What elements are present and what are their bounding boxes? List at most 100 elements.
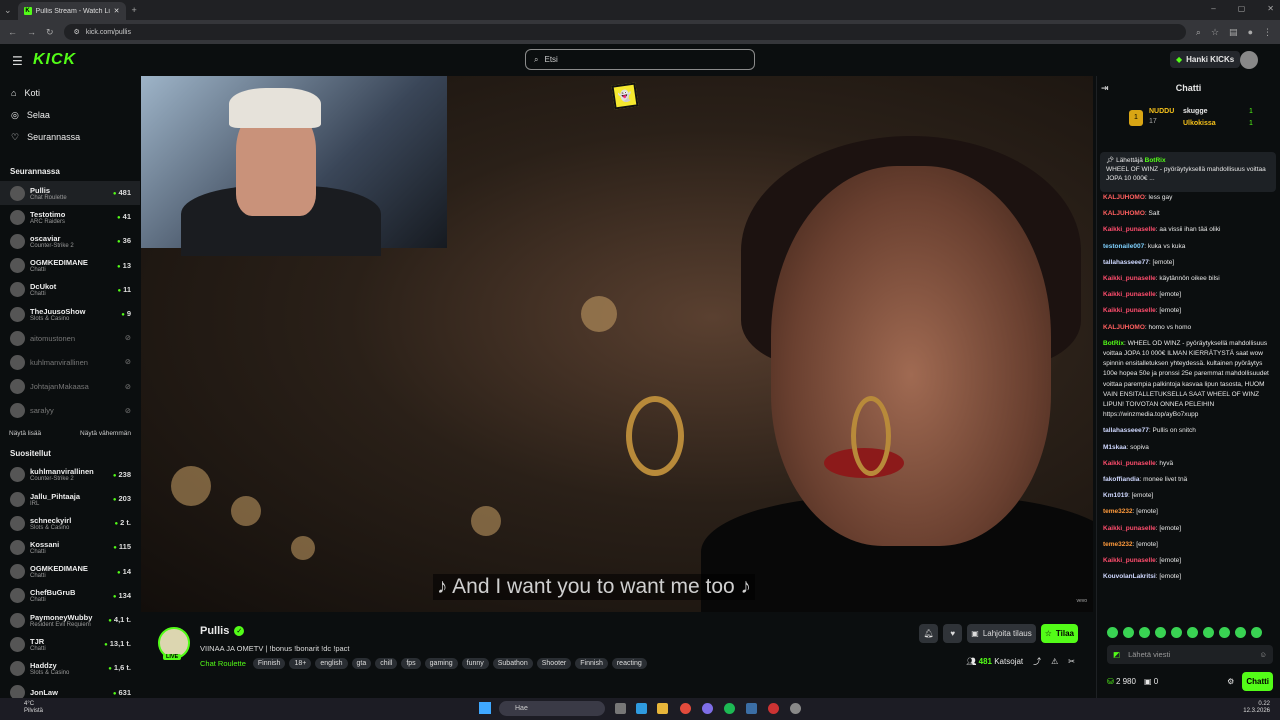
sidebar-channel[interactable]: aitomustonen ⊘ <box>0 326 140 350</box>
pinned-message[interactable]: 📌︎ Lähettäjä BotRix WHEEL OF WINZ - pyör… <box>1100 152 1276 192</box>
pinned-sender[interactable]: BotRix <box>1145 157 1166 164</box>
emote-icon[interactable] <box>1235 627 1246 638</box>
settings-icon[interactable] <box>790 703 801 714</box>
stream-category[interactable]: Chat Roulette <box>200 659 246 668</box>
bookmark-star-icon[interactable]: ☆ <box>1211 27 1219 38</box>
emote-icon[interactable] <box>1203 627 1214 638</box>
sidebar-channel[interactable]: KossaniChatti115 <box>0 535 140 559</box>
address-bar[interactable]: ⚙ kick.com/pullis <box>63 24 1186 40</box>
chat-username[interactable]: Kaikki_punaselle <box>1103 291 1156 298</box>
search-input[interactable]: ⌕ Etsi <box>525 49 755 70</box>
sidebar-channel[interactable]: saralyy ⊘ <box>0 399 140 423</box>
discord-icon[interactable] <box>702 703 713 714</box>
sidebar-channel[interactable]: JohtajanMakaasa ⊘ <box>0 375 140 399</box>
sidebar-channel[interactable]: TJRChatti13,1 t. <box>0 632 140 656</box>
chat-username[interactable]: Kaikki_punaselle <box>1103 557 1156 564</box>
tab-list-icon[interactable]: ⌄ <box>4 5 12 16</box>
extensions-icon[interactable]: ▤ <box>1229 27 1238 38</box>
file-explorer-icon[interactable] <box>657 703 668 714</box>
chat-username[interactable]: Kaikki_punaselle <box>1103 307 1156 314</box>
minimize-icon[interactable]: – <box>1211 4 1215 13</box>
weather-widget[interactable]: 4°C Pilvistä <box>24 701 43 715</box>
forward-icon[interactable]: → <box>27 27 36 37</box>
obs-icon[interactable] <box>768 703 779 714</box>
sidebar-channel[interactable]: oscaviarCounter-Strike 236 <box>0 229 140 253</box>
video-player[interactable]: 👻 ♪ And I want you to want me too ♪ vevo <box>141 76 1093 612</box>
chat-username[interactable]: tallahasseee77 <box>1103 427 1149 434</box>
stream-tag[interactable]: 18+ <box>289 658 312 669</box>
user-avatar[interactable] <box>1240 51 1258 69</box>
chat-username[interactable]: Kaikki_punaselle <box>1103 460 1156 467</box>
back-icon[interactable]: ← <box>8 27 17 37</box>
taskbar-search[interactable]: Hae <box>499 701 605 716</box>
chat-username[interactable]: Kaikki_punaselle <box>1103 275 1156 282</box>
site-info-icon[interactable]: ⚙ <box>74 28 80 36</box>
chat-send-button[interactable]: Chatti <box>1242 672 1273 691</box>
edge-icon[interactable] <box>636 703 647 714</box>
chat-input[interactable]: ◩ Lähetä viesti ☺ <box>1107 645 1273 664</box>
chat-username[interactable]: KALJUHOMO <box>1103 194 1145 201</box>
sidebar-channel[interactable]: TheJuusoShowSlots & Casino9 <box>0 302 140 326</box>
nav-following[interactable]: ♡ Seurannassa <box>0 126 140 148</box>
kick-emote-icon[interactable]: ◩ <box>1113 650 1120 659</box>
chat-settings-icon[interactable]: ⚙ <box>1227 677 1234 686</box>
stream-tag[interactable]: funny <box>461 658 489 669</box>
tab-close-icon[interactable]: ✕ <box>114 7 120 15</box>
emote-icon[interactable] <box>1187 627 1198 638</box>
sidebar-channel[interactable]: kuhlmanvirallinenCounter-Strike 2238 <box>0 463 140 487</box>
new-tab-icon[interactable]: + <box>132 5 137 15</box>
chat-username[interactable]: KouvolanLakritsi <box>1103 573 1156 580</box>
report-icon[interactable]: ⚠ <box>1051 657 1058 666</box>
subscribe-button[interactable]: ☆ Tilaa <box>1040 624 1078 643</box>
sidebar-channel[interactable]: OGMKEDIMANEChatti14 <box>0 560 140 584</box>
follow-heart-button[interactable]: ♥ <box>943 624 963 643</box>
clip-icon[interactable]: ✂ <box>1068 657 1075 666</box>
sidebar-channel[interactable]: schneckyirlSlots & Casino2 t. <box>0 511 140 535</box>
emote-icon[interactable] <box>1251 627 1262 638</box>
emote-icon[interactable] <box>1123 627 1134 638</box>
chat-username[interactable]: KALJUHOMO <box>1103 324 1145 331</box>
sidebar-channel[interactable]: HaddzySlots & Casino1,6 t. <box>0 656 140 680</box>
stream-tag[interactable]: Subathon <box>492 658 533 669</box>
emoji-icon[interactable]: ☺ <box>1259 650 1267 659</box>
clock[interactable]: 0.22 12.3.2026 <box>1243 701 1270 715</box>
hamburger-menu-icon[interactable]: ☰ <box>12 54 23 68</box>
chat-username[interactable]: teme3232 <box>1103 508 1133 515</box>
stream-tag[interactable]: Finnish <box>252 658 286 669</box>
chat-username[interactable]: M1skaa <box>1103 444 1127 451</box>
notification-bell-button[interactable]: 🔔︎ <box>919 624 939 643</box>
stream-tag[interactable]: Shooter <box>536 658 572 669</box>
nav-browse[interactable]: ◎ Selaa <box>0 104 140 126</box>
chat-username[interactable]: Km1019 <box>1103 492 1128 499</box>
show-less-link[interactable]: Näytä vähemmän <box>80 430 131 437</box>
sidebar-channel[interactable]: ChefBuGruBChatti134 <box>0 584 140 608</box>
close-window-icon[interactable]: ✕ <box>1267 4 1274 13</box>
nav-home[interactable]: ⌂ Koti <box>0 82 140 104</box>
stream-tag[interactable]: Finnish <box>575 658 608 669</box>
sidebar-channel[interactable]: PaymoneyWubbyResident Evil Requiem4,1 t. <box>0 608 140 632</box>
chat-username[interactable]: teme3232 <box>1103 541 1133 548</box>
chrome-icon[interactable] <box>680 703 691 714</box>
reload-icon[interactable]: ↻ <box>46 27 54 38</box>
chat-username[interactable]: fakoffiandia <box>1103 476 1139 483</box>
get-kicks-button[interactable]: ◆ Hanki KICKs <box>1170 51 1241 68</box>
chat-username[interactable]: testonaile007 <box>1103 243 1144 250</box>
sidebar-channel[interactable]: TestotimoARC Raiders41 <box>0 205 140 229</box>
sidebar-channel[interactable]: kuhlmanvirallinen ⊘ <box>0 350 140 374</box>
share-icon[interactable]: ⤴ <box>1033 656 1041 667</box>
menu-dots-icon[interactable]: ⋮ <box>1263 27 1272 38</box>
start-icon[interactable] <box>479 702 491 714</box>
chat-username[interactable]: KALJUHOMO <box>1103 210 1145 217</box>
chat-username[interactable]: Kaikki_punaselle <box>1103 226 1156 233</box>
stream-tag[interactable]: chill <box>375 658 398 669</box>
spotify-icon[interactable] <box>724 703 735 714</box>
gifter-name[interactable]: NUDDU <box>1149 108 1174 115</box>
sidebar-channel[interactable]: PullisChat Roulette481 <box>0 181 140 206</box>
emote-icon[interactable] <box>1139 627 1150 638</box>
maximize-icon[interactable]: ▢ <box>1238 4 1246 13</box>
steam-icon[interactable] <box>746 703 757 714</box>
stream-tag[interactable]: reacting <box>611 658 647 669</box>
emote-icon[interactable] <box>1219 627 1230 638</box>
show-more-link[interactable]: Näytä lisää <box>9 430 41 437</box>
profile-icon[interactable]: ● <box>1248 27 1253 37</box>
